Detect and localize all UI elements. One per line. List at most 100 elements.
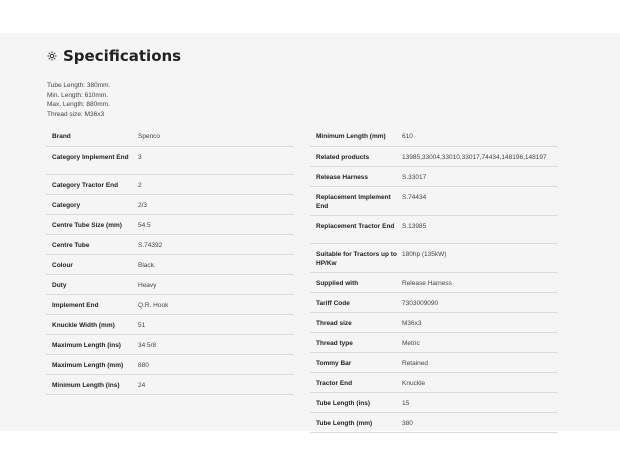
spec-value: S.33017 <box>402 166 558 187</box>
spec-value-text: Heavy <box>138 281 157 289</box>
section-header: Specifications <box>47 47 181 65</box>
spec-key: Tommy Bar <box>310 352 402 373</box>
spec-value: 34 5/8 <box>138 334 294 355</box>
spec-key-text: Category Tractor End <box>52 181 119 189</box>
spec-value: 380 <box>402 412 558 433</box>
spec-key: Colour <box>46 254 138 275</box>
section-title: Specifications <box>63 47 182 65</box>
spec-value: Q.R. Hook <box>138 294 294 315</box>
spec-value-text: Spenco <box>138 133 161 140</box>
spec-key-text: Replacement Implement End <box>316 193 391 210</box>
spec-key: Duty <box>46 274 138 295</box>
spec-row: Minimum Length (mm) 610 <box>310 126 558 147</box>
spec-value-text: Black. <box>138 261 156 269</box>
spec-value: 24 <box>138 374 294 395</box>
spec-key: Release Harness <box>310 166 402 187</box>
spec-key-text: Tariff Code <box>316 299 350 307</box>
spec-value: S.13985 <box>402 215 558 244</box>
spec-row: Tractor End Knuckle <box>310 372 558 393</box>
spec-key-text: Tube Length (ins) <box>316 399 371 407</box>
spec-table-right: Minimum Length (mm) 610 Related products 13… <box>310 126 558 433</box>
spec-row: Implement End Q.R. Hook <box>46 294 294 315</box>
spec-key: Related products <box>310 146 402 167</box>
spec-value: 880 <box>138 354 294 375</box>
spec-value-text: S.74392 <box>138 241 163 249</box>
spec-key: Supplied with <box>310 272 402 293</box>
spec-row: Tommy Bar Retained <box>310 352 558 373</box>
spec-key: Thread type <box>310 332 402 353</box>
spec-value: 2/3 <box>138 194 294 215</box>
spec-key-text: Minimum Length (ins) <box>52 381 120 389</box>
spec-key-text: Duty <box>52 281 67 289</box>
spec-value-text: S.74434 <box>402 193 427 201</box>
spec-row: Tube Length (ins) 15 <box>310 392 558 413</box>
spec-row: Knuckle Width (mm) 51 <box>46 314 294 335</box>
spec-value: 13985,33004,33010,33017,74434,148196,148… <box>402 146 558 167</box>
spec-row: Tariff Code 7303009090 <box>310 292 558 313</box>
spec-row: Category Tractor End 2 <box>46 174 294 195</box>
spec-key-text: Maximum Length (ins) <box>52 341 121 349</box>
spec-row: Colour Black. <box>46 254 294 275</box>
spec-key: Thread size <box>310 312 402 333</box>
spec-key: Centre Tube Size (mm) <box>46 214 138 235</box>
spec-value-text: Q.R. Hook <box>138 301 169 309</box>
spec-value: 51 <box>138 314 294 335</box>
spec-value: 610 <box>402 126 558 147</box>
spec-row: Centre Tube Size (mm) 54.5 <box>46 214 294 235</box>
spec-row: Brand Spenco <box>46 126 294 147</box>
spec-key-text: Implement End <box>52 301 99 309</box>
spec-value: Black. <box>138 254 294 275</box>
description-line: Max. Length: 880mm. <box>47 101 110 109</box>
spec-row: Maximum Length (ins) 34 5/8 <box>46 334 294 355</box>
spec-key: Category <box>46 194 138 215</box>
spec-key: Minimum Length (ins) <box>46 374 138 395</box>
spec-value-text: Release Harness <box>402 279 452 287</box>
spec-key: Category Tractor End <box>46 174 138 195</box>
spec-key: Replacement Implement End <box>310 186 402 216</box>
spec-value-text: 2 <box>138 181 142 189</box>
spec-value: Release Harness <box>402 272 558 293</box>
spec-key-text: Thread type <box>316 339 353 347</box>
spec-key-text: Tractor End <box>316 379 353 387</box>
spec-row: Category Implement End 3 <box>46 146 294 175</box>
spec-key: Centre Tube <box>46 234 138 255</box>
spec-value-text: 380 <box>402 419 413 427</box>
spec-key-text: Supplied with <box>316 279 359 287</box>
spec-value: 54.5 <box>138 214 294 235</box>
spec-table-left: Brand Spenco Category Implement End 3 Catego… <box>46 126 294 395</box>
spec-row: Supplied with Release Harness <box>310 272 558 293</box>
spec-value: S.74434 <box>402 186 558 216</box>
spec-value: M36x3 <box>402 312 558 333</box>
spec-description: Tube Length: 380mm. Min. Length: 610mm. … <box>47 81 110 119</box>
spec-value-text: 610 <box>402 133 413 140</box>
spec-key: Tube Length (ins) <box>310 392 402 413</box>
spec-key: Tractor End <box>310 372 402 393</box>
spec-value-text: 7303009090 <box>402 299 439 307</box>
spec-row: Tube Length (mm) 380 <box>310 412 558 433</box>
spec-value-text: 34 5/8 <box>138 341 157 349</box>
spec-row: Category 2/3 <box>46 194 294 215</box>
spec-value: 15 <box>402 392 558 413</box>
spec-value: Spenco <box>138 126 294 147</box>
spec-value: 180hp (135kW) <box>402 243 558 273</box>
spec-key: Category Implement End <box>46 146 138 175</box>
spec-value-text: 880 <box>138 361 149 369</box>
spec-value-text: Knuckle <box>402 379 426 387</box>
spec-value-text: 3 <box>138 153 142 161</box>
spec-row: Thread type Metric <box>310 332 558 353</box>
spec-key-text: Centre Tube <box>52 241 90 249</box>
spec-value-text: S.13985 <box>402 222 427 230</box>
spec-value-text: 15 <box>402 399 410 407</box>
spec-value-text: 54.5 <box>138 221 151 229</box>
spec-key-text: Maximum Length (mm) <box>52 361 124 369</box>
spec-row: Related products 13985,33004,33010,33017,… <box>310 146 558 167</box>
spec-value: Metric <box>402 332 558 353</box>
description-line: Tube Length: 380mm. <box>47 82 111 89</box>
spec-row: Minimum Length (ins) 24 <box>46 374 294 395</box>
spec-value-text: Retained <box>402 359 429 367</box>
spec-value: Heavy <box>138 274 294 295</box>
spec-key-text: Release Harness <box>316 173 369 181</box>
description-line: Min. Length: 610mm. <box>47 91 109 99</box>
spec-value-text: 24 <box>138 381 146 389</box>
spec-value-text: 13985,33004,33010,33017,74434,148196,148… <box>402 153 547 161</box>
